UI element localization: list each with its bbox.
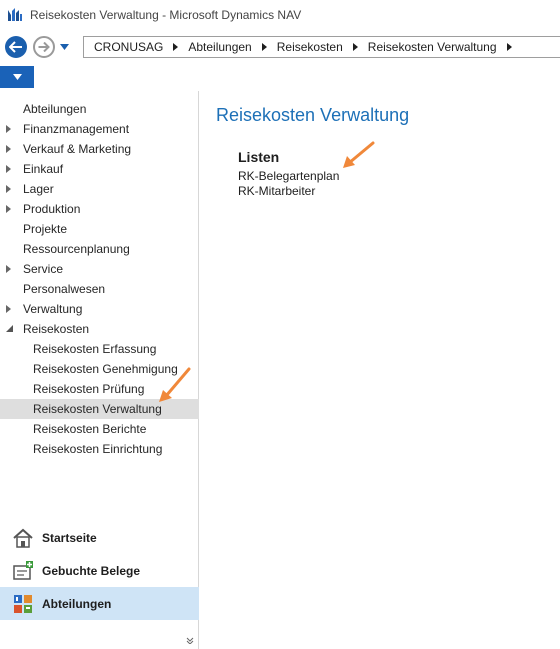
breadcrumb-separator-icon[interactable] (173, 43, 179, 51)
nav-item-label: Einkauf (23, 162, 64, 176)
nav-item-produktion[interactable]: Produktion (0, 199, 199, 219)
nav-item-label: Service (23, 262, 64, 276)
annotation-arrow-icon (343, 141, 375, 168)
page-title: Reisekosten Verwaltung (216, 105, 410, 125)
nav-item-service[interactable]: Service (0, 259, 199, 279)
nav-item-lager[interactable]: Lager (0, 179, 199, 199)
nav-subitem-label: Reisekosten Einrichtung (33, 442, 163, 456)
nav-item-einkauf[interactable]: Einkauf (0, 159, 199, 179)
breadcrumb-item-travel-expenses[interactable]: Reisekosten (277, 40, 343, 54)
link-rk-mitarbeiter[interactable]: RK-Mitarbeiter (238, 184, 339, 199)
nav-item-label: Finanzmanagement (23, 122, 130, 136)
nav-subitem-label: Reisekosten Prüfung (33, 382, 145, 396)
bottom-nav-gebuchte-belege[interactable]: Gebuchte Belege (0, 554, 199, 587)
nav-item-abteilungen[interactable]: Abteilungen (0, 99, 199, 119)
content-area: Reisekosten Verwaltung Listen RK-Belegar… (200, 91, 560, 649)
nav-item-label: Produktion (23, 202, 81, 216)
nav-item-label: Ressourcenplanung (23, 242, 130, 256)
nav-subitem-berichte[interactable]: Reisekosten Berichte (0, 419, 199, 439)
departments-icon (12, 593, 34, 615)
breadcrumb-separator-icon[interactable] (506, 43, 512, 51)
nav-item-projekte[interactable]: Projekte (0, 219, 199, 239)
window-title: Reisekosten Verwaltung - Microsoft Dynam… (30, 8, 302, 22)
bottom-nav-startseite[interactable]: Startseite (0, 521, 199, 554)
nav-subitem-label: Reisekosten Verwaltung (33, 402, 162, 416)
bottom-nav-label: Gebuchte Belege (42, 563, 141, 578)
breadcrumb-item-travel-admin[interactable]: Reisekosten Verwaltung (368, 40, 497, 54)
nav-item-verwaltung[interactable]: Verwaltung (0, 299, 199, 319)
group-title-lists: Listen (238, 149, 280, 165)
expand-arrow-icon[interactable] (6, 165, 11, 173)
nav-item-personalwesen[interactable]: Personalwesen (0, 279, 199, 299)
nav-item-label: Verkauf & Marketing (23, 142, 132, 156)
nav-item-label: Personalwesen (23, 282, 106, 296)
nav-item-label: Projekte (23, 222, 68, 236)
nav-item-ressourcenplanung[interactable]: Ressourcenplanung (0, 239, 199, 259)
bottom-nav-label: Abteilungen (42, 596, 112, 611)
history-dropdown-button[interactable] (59, 42, 69, 52)
collapse-arrow-icon[interactable] (6, 325, 13, 332)
arrow-left-icon (9, 41, 22, 53)
ribbon-expand-button[interactable] (0, 66, 34, 88)
nav-subitem-einrichtung[interactable]: Reisekosten Einrichtung (0, 439, 199, 459)
expand-arrow-icon[interactable] (6, 265, 11, 273)
nav-subitem-label: Reisekosten Erfassung (33, 342, 157, 356)
nav-item-label: Lager (23, 182, 54, 196)
chevron-down-icon (12, 74, 22, 80)
bottom-nav-label: Startseite (42, 530, 97, 545)
breadcrumb-item-company[interactable]: CRONUSAG (94, 40, 163, 54)
expand-arrow-icon[interactable] (6, 125, 11, 133)
annotation-arrow-icon (159, 367, 191, 402)
nav-subitem-erfassung[interactable]: Reisekosten Erfassung (0, 339, 199, 359)
nav-item-reisekosten[interactable]: Reisekosten (0, 319, 199, 339)
configure-buttons-icon[interactable] (186, 636, 194, 646)
expand-arrow-icon[interactable] (6, 305, 11, 313)
nav-item-label: Reisekosten (23, 322, 90, 336)
home-icon (12, 527, 34, 549)
nav-item-label: Verwaltung (23, 302, 83, 316)
bottom-nav-abteilungen[interactable]: Abteilungen (0, 587, 199, 620)
nav-item-verkauf-marketing[interactable]: Verkauf & Marketing (0, 139, 199, 159)
expand-arrow-icon[interactable] (6, 185, 11, 193)
nav-item-label: Abteilungen (23, 102, 87, 116)
breadcrumb-separator-icon[interactable] (352, 43, 358, 51)
breadcrumb: CRONUSAG Abteilungen Reisekosten Reiseko… (83, 36, 560, 58)
department-tree: Abteilungen Finanzmanagement Verkauf & M… (0, 99, 199, 459)
nav-subitem-label: Reisekosten Berichte (33, 422, 147, 436)
lists-links: RK-Belegartenplan RK-Mitarbeiter (238, 169, 339, 199)
expand-arrow-icon[interactable] (6, 145, 11, 153)
nav-item-finanzmanagement[interactable]: Finanzmanagement (0, 119, 199, 139)
forward-button[interactable] (33, 36, 55, 58)
expand-arrow-icon[interactable] (6, 205, 11, 213)
dynamics-nav-logo-icon (8, 8, 22, 21)
posted-documents-icon (12, 560, 34, 582)
bottom-navigation: Startseite Gebuchte Belege Abteilungen (0, 521, 199, 620)
back-button[interactable] (5, 36, 27, 58)
title-bar: Reisekosten Verwaltung - Microsoft Dynam… (0, 0, 560, 30)
link-rk-belegartenplan[interactable]: RK-Belegartenplan (238, 169, 339, 184)
breadcrumb-item-departments[interactable]: Abteilungen (188, 40, 251, 54)
navigation-bar: CRONUSAG Abteilungen Reisekosten Reiseko… (0, 30, 560, 64)
arrow-right-icon (38, 42, 50, 52)
chevron-down-icon (59, 44, 69, 50)
breadcrumb-separator-icon[interactable] (261, 43, 267, 51)
